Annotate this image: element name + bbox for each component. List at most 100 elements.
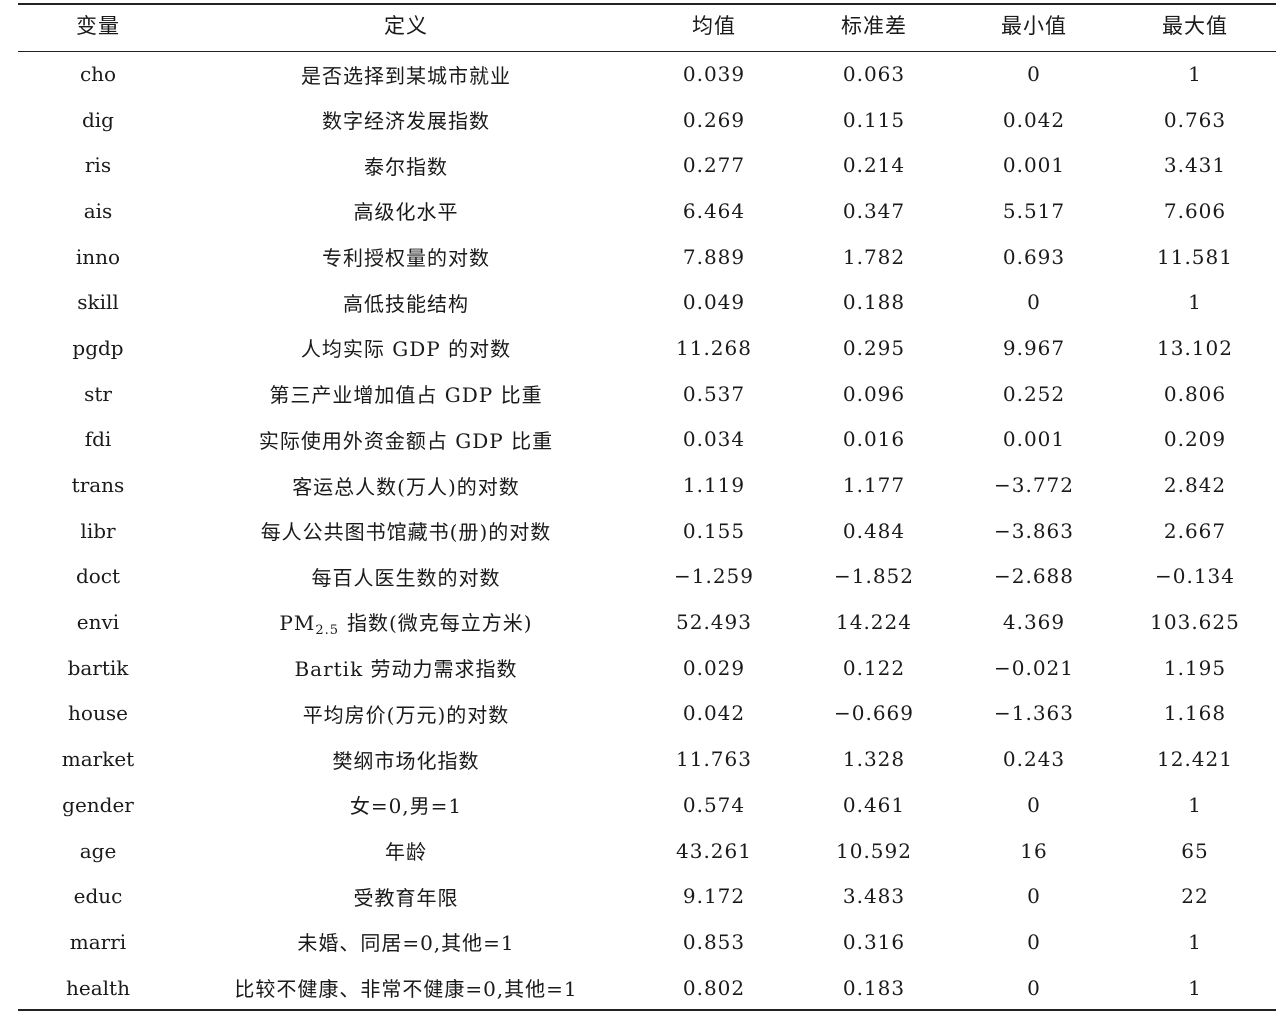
cell-max: 1.168 [1163, 701, 1227, 726]
cell-mean: 0.034 [682, 427, 746, 452]
header-max: 最大值 [1162, 14, 1228, 39]
cell-min: 0 [1027, 290, 1041, 315]
cell-definition: 人均实际 GDP 的对数 [300, 337, 512, 362]
cell-std-dev: 0.347 [842, 198, 906, 223]
cell-variable: ris [84, 153, 112, 178]
table-row: market 樊纲市场化指数 11.763 1.328 0.243 12.421 [18, 736, 1276, 782]
table-row: str 第三产业增加值占 GDP 比重 0.537 0.096 0.252 0.806 [18, 371, 1276, 417]
table-row: health 比较不健康、非常不健康=0,其他=1 0.802 0.183 0 1 [18, 965, 1276, 1011]
cell-std-dev: 0.316 [842, 929, 906, 954]
cell-definition: 比较不健康、非常不健康=0,其他=1 [234, 977, 578, 1002]
cell-max: 1 [1188, 792, 1202, 817]
table-row: marri 未婚、同居=0,其他=1 0.853 0.316 0 1 [18, 919, 1276, 965]
cell-definition: 泰尔指数 [364, 154, 448, 179]
cell-std-dev: 0.115 [842, 107, 906, 132]
cell-max: 11.581 [1157, 244, 1233, 269]
table-row: gender 女=0,男=1 0.574 0.461 0 1 [18, 782, 1276, 828]
cell-std-dev: 0.016 [842, 427, 906, 452]
cell-definition: 高级化水平 [353, 200, 459, 225]
cell-mean: 6.464 [682, 198, 746, 223]
table-row: envi PM2.5 指数(微克每立方米) 52.493 14.224 4.369 103.… [18, 599, 1276, 645]
cell-variable: educ [73, 884, 123, 909]
cell-mean: 52.493 [676, 610, 752, 635]
cell-min: 9.967 [1002, 335, 1066, 360]
cell-std-dev: 0.484 [842, 518, 906, 543]
cell-mean: 0.853 [682, 929, 746, 954]
cell-std-dev: 1.328 [842, 747, 906, 772]
cell-min: 0.042 [1002, 107, 1066, 132]
cell-max: 13.102 [1157, 335, 1233, 360]
cell-max: 0.209 [1163, 427, 1227, 452]
cell-definition: Bartik 劳动力需求指数 [294, 657, 518, 682]
cell-mean: 7.889 [682, 244, 746, 269]
cell-min: −1.363 [993, 701, 1074, 726]
cell-variable: cho [79, 62, 117, 87]
cell-min: 0 [1027, 792, 1041, 817]
cell-variable: health [66, 975, 130, 1000]
cell-definition: 数字经济发展指数 [322, 109, 490, 134]
cell-min: −3.772 [993, 473, 1074, 498]
cell-variable: dig [81, 107, 114, 132]
cell-min: 4.369 [1002, 610, 1066, 635]
cell-definition: 实际使用外资金额占 GDP 比重 [258, 428, 554, 453]
pm-subscript: 2.5 [315, 622, 339, 638]
cell-max: 12.421 [1157, 747, 1233, 772]
cell-max: 65 [1181, 838, 1209, 863]
cell-variable: trans [71, 473, 125, 498]
cell-min: 0.001 [1002, 427, 1066, 452]
cell-max: 2.842 [1163, 473, 1227, 498]
cell-definition: 是否选择到某城市就业 [301, 63, 511, 88]
cell-mean: 0.039 [682, 62, 746, 87]
table-bottom-rule [18, 1009, 1276, 1011]
cell-max: 1 [1188, 290, 1202, 315]
cell-definition: 受教育年限 [353, 885, 459, 910]
cell-max: −0.134 [1154, 564, 1235, 589]
cell-mean: −1.259 [673, 564, 754, 589]
header-std-dev: 标准差 [841, 14, 907, 39]
cell-variable: inno [75, 244, 121, 269]
cell-variable: ais [83, 198, 113, 223]
cell-mean: 0.049 [682, 290, 746, 315]
cell-min: 0.001 [1002, 153, 1066, 178]
table-row: cho 是否选择到某城市就业 0.039 0.063 0 1 [18, 51, 1276, 97]
cell-min: 0 [1027, 62, 1041, 87]
cell-mean: 0.537 [682, 381, 746, 406]
cell-mean: 0.155 [682, 518, 746, 543]
cell-std-dev: 10.592 [836, 838, 912, 863]
cell-definition: 年龄 [385, 840, 427, 865]
envi-definition-text: 指数(微克每立方米) [347, 610, 533, 635]
pm-label: PM [279, 610, 316, 635]
cell-std-dev: −0.669 [833, 701, 914, 726]
cell-definition: 每百人医生数的对数 [311, 565, 501, 590]
cell-min: 0 [1027, 975, 1041, 1000]
table-row: inno 专利授权量的对数 7.889 1.782 0.693 11.581 [18, 234, 1276, 280]
header-min: 最小值 [1001, 14, 1067, 39]
table-row: fdi 实际使用外资金额占 GDP 比重 0.034 0.016 0.001 0.209 [18, 417, 1276, 463]
statistics-table-container: 变量 定义 均值 标准差 最小值 最大值 cho 是否选择到某城市就业 0.039 0… [18, 0, 1276, 1010]
cell-std-dev: 0.214 [842, 153, 906, 178]
cell-max: 22 [1181, 884, 1209, 909]
cell-variable: gender [62, 792, 134, 817]
cell-variable: doct [75, 564, 121, 589]
cell-definition: 未婚、同居=0,其他=1 [297, 931, 515, 956]
cell-max: 1.195 [1163, 655, 1227, 680]
cell-mean: 0.269 [682, 107, 746, 132]
cell-variable: skill [77, 290, 119, 315]
cell-definition: 高低技能结构 [343, 291, 469, 316]
cell-definition: 客运总人数(万人)的对数 [292, 474, 520, 499]
table-row: ris 泰尔指数 0.277 0.214 0.001 3.431 [18, 142, 1276, 188]
cell-min: 0 [1027, 929, 1041, 954]
table-row: educ 受教育年限 9.172 3.483 0 22 [18, 873, 1276, 919]
cell-mean: 0.277 [682, 153, 746, 178]
table-row: age 年龄 43.261 10.592 16 65 [18, 828, 1276, 874]
cell-min: 0 [1027, 884, 1041, 909]
cell-mean: 11.763 [676, 747, 752, 772]
table-row: skill 高低技能结构 0.049 0.188 0 1 [18, 279, 1276, 325]
cell-mean: 43.261 [676, 838, 752, 863]
cell-min: −3.863 [993, 518, 1074, 543]
table-row: pgdp 人均实际 GDP 的对数 11.268 0.295 9.967 13.102 [18, 325, 1276, 371]
cell-definition: 平均房价(万元)的对数 [302, 702, 510, 727]
cell-variable: age [79, 838, 117, 863]
cell-std-dev: 1.177 [842, 473, 906, 498]
cell-std-dev: 0.122 [842, 655, 906, 680]
